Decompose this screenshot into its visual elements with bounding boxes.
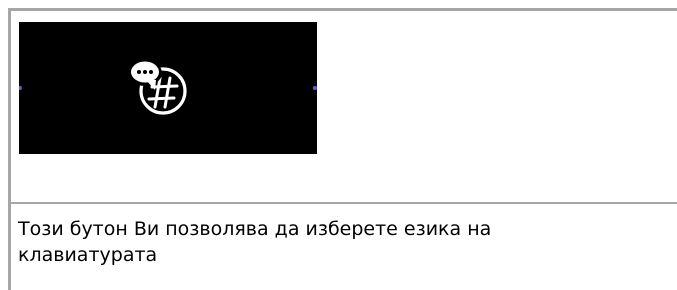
caption-cell: Този бутон Ви позволява да изберете език… <box>11 204 677 290</box>
keyboard-key-image <box>19 22 317 154</box>
document-table: Този бутон Ви позволява да изберете език… <box>8 8 677 290</box>
speech-bubble-globe-icon <box>128 60 187 115</box>
edge-dot-right <box>313 86 317 90</box>
image-cell <box>11 11 677 204</box>
edge-dot-left <box>19 86 22 90</box>
caption-text: Този бутон Ви позволява да изберете език… <box>18 218 492 266</box>
